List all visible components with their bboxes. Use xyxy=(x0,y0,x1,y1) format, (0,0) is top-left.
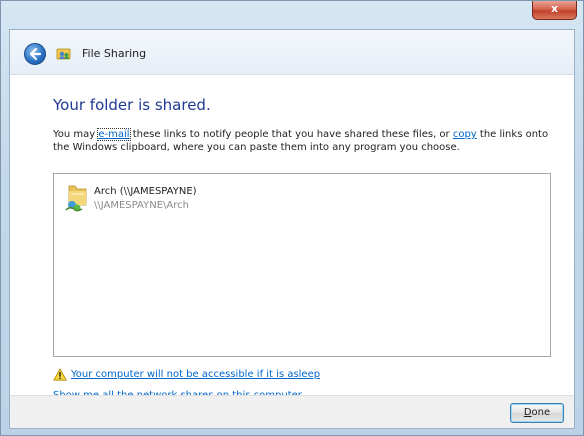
done-button-label: one xyxy=(531,407,551,418)
list-item[interactable]: Arch (\\JAMESPAYNE) \\JAMESPAYNE\Arch xyxy=(64,183,264,219)
header-title: File Sharing xyxy=(82,47,147,60)
copy-link[interactable]: copy xyxy=(453,129,477,140)
back-button[interactable] xyxy=(24,43,46,65)
shared-items-list[interactable]: Arch (\\JAMESPAYNE) \\JAMESPAYNE\Arch xyxy=(53,173,551,357)
dialog-footer: Done xyxy=(10,395,574,428)
warning-icon xyxy=(53,368,67,381)
back-arrow-icon xyxy=(29,47,42,61)
shared-folder-icon xyxy=(65,185,87,212)
sleep-warning-link[interactable]: Your computer will not be accessible if … xyxy=(71,369,320,380)
close-button[interactable]: x xyxy=(532,1,577,20)
wizard-header: File Sharing xyxy=(10,30,574,75)
done-button[interactable]: Done xyxy=(510,403,564,423)
instructions-text: You may e-mail these links to notify peo… xyxy=(53,128,563,154)
shared-item-name: Arch (\\JAMESPAYNE) xyxy=(94,186,197,197)
email-link[interactable]: e-mail xyxy=(97,128,131,141)
dialog-content: File Sharing Your folder is shared. You … xyxy=(9,29,575,429)
desc-text-2: these links to notify people that you ha… xyxy=(129,129,453,140)
title-bar: x xyxy=(1,1,583,29)
shared-item-path: \\JAMESPAYNE\Arch xyxy=(94,200,189,211)
page-heading: Your folder is shared. xyxy=(53,96,211,114)
file-sharing-icon xyxy=(56,48,71,60)
close-icon: x xyxy=(550,2,559,15)
desc-text-1: You may xyxy=(53,129,99,140)
done-button-mnemonic: D xyxy=(523,407,532,418)
file-sharing-window: x File Sharing Your folder is shared. Yo… xyxy=(0,0,584,436)
